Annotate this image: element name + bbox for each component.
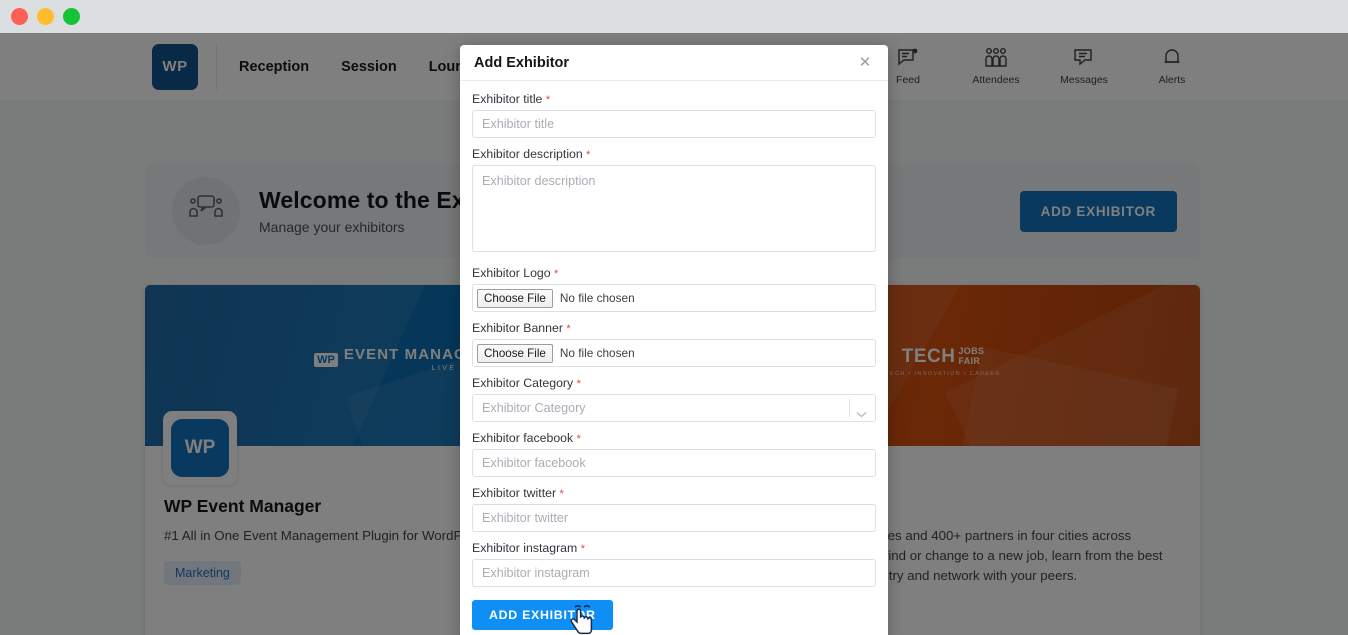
field-label: Exhibitor facebook * xyxy=(472,431,876,445)
field-label: Exhibitor Category * xyxy=(472,376,876,390)
field-exhibitor-banner: Exhibitor Banner * Choose File No file c… xyxy=(472,321,876,367)
window-maximize-button[interactable] xyxy=(63,8,80,25)
exhibitor-twitter-input[interactable] xyxy=(472,504,876,532)
window-close-button[interactable] xyxy=(11,8,28,25)
exhibitor-description-textarea[interactable] xyxy=(472,165,876,252)
choose-file-button[interactable]: Choose File xyxy=(477,343,553,363)
field-label: Exhibitor instagram * xyxy=(472,541,876,555)
modal-body: Exhibitor title * Exhibitor description … xyxy=(460,81,888,630)
modal-header: Add Exhibitor ✕ xyxy=(460,45,888,81)
field-label: Exhibitor Logo * xyxy=(472,266,876,280)
field-label-text: Exhibitor title xyxy=(472,92,543,106)
field-label: Exhibitor title * xyxy=(472,92,876,106)
field-exhibitor-description: Exhibitor description * xyxy=(472,147,876,257)
window-minimize-button[interactable] xyxy=(37,8,54,25)
field-exhibitor-twitter: Exhibitor twitter * xyxy=(472,486,876,532)
modal-add-exhibitor-submit-button[interactable]: ADD EXHIBITOR xyxy=(472,600,613,630)
exhibitor-logo-file-input[interactable]: Choose File No file chosen xyxy=(472,284,876,312)
required-marker: * xyxy=(586,149,591,161)
field-label-text: Exhibitor facebook xyxy=(472,431,574,445)
field-label: Exhibitor Banner * xyxy=(472,321,876,335)
required-marker: * xyxy=(559,488,564,500)
select-divider xyxy=(849,399,850,417)
required-marker: * xyxy=(554,268,559,280)
file-status-text: No file chosen xyxy=(559,291,635,305)
exhibitor-banner-file-input[interactable]: Choose File No file chosen xyxy=(472,339,876,367)
file-status-text: No file chosen xyxy=(559,346,635,360)
field-exhibitor-category: Exhibitor Category * xyxy=(472,376,876,422)
field-label: Exhibitor twitter * xyxy=(472,486,876,500)
field-label-text: Exhibitor instagram xyxy=(472,541,578,555)
field-label-text: Exhibitor description xyxy=(472,147,583,161)
field-exhibitor-instagram: Exhibitor instagram * xyxy=(472,541,876,587)
modal-footer: ADD EXHIBITOR xyxy=(472,600,876,630)
exhibitor-instagram-input[interactable] xyxy=(472,559,876,587)
choose-file-button[interactable]: Choose File xyxy=(477,288,553,308)
required-marker: * xyxy=(545,94,551,106)
required-marker: * xyxy=(566,323,571,335)
required-marker: * xyxy=(576,433,581,445)
field-label-text: Exhibitor Category xyxy=(472,376,574,390)
required-marker: * xyxy=(580,543,585,555)
field-exhibitor-logo: Exhibitor Logo * Choose File No file cho… xyxy=(472,266,876,312)
close-icon[interactable]: ✕ xyxy=(856,54,874,72)
field-exhibitor-title: Exhibitor title * xyxy=(472,92,876,138)
window-titlebar xyxy=(0,0,1348,33)
exhibitor-facebook-input[interactable] xyxy=(472,449,876,477)
exhibitor-category-select[interactable] xyxy=(472,394,876,422)
field-label-text: Exhibitor Logo xyxy=(472,266,551,280)
screen: WP Reception Session Lounge Exhibitor xyxy=(0,0,1348,635)
field-label-text: Exhibitor twitter xyxy=(472,486,557,500)
exhibitor-title-input[interactable] xyxy=(472,110,876,138)
field-exhibitor-facebook: Exhibitor facebook * xyxy=(472,431,876,477)
required-marker: * xyxy=(576,378,581,390)
modal-title: Add Exhibitor xyxy=(474,54,570,71)
field-label-text: Exhibitor Banner xyxy=(472,321,563,335)
exhibitor-category-value[interactable] xyxy=(472,394,876,422)
field-label: Exhibitor description * xyxy=(472,147,876,161)
add-exhibitor-modal: Add Exhibitor ✕ Exhibitor title * Exhibi… xyxy=(460,45,888,635)
